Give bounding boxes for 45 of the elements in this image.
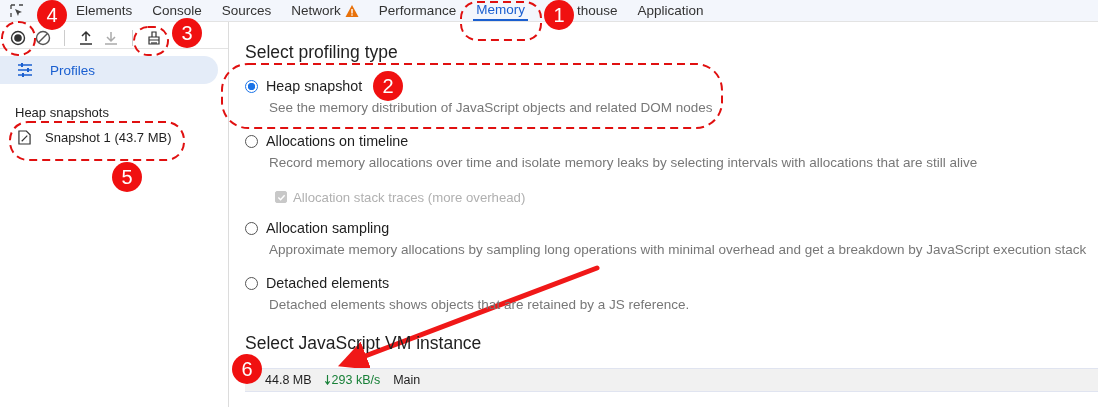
section-title: Heap snapshots xyxy=(15,105,110,120)
radio-button[interactable] xyxy=(245,79,258,93)
panel-tab[interactable]: Elements xyxy=(73,0,136,21)
number-badge: 1 xyxy=(544,0,574,30)
highlight-outline xyxy=(1,21,36,56)
checkbox-label: Allocation stack traces (more overhead) xyxy=(293,189,526,205)
radio-button[interactable] xyxy=(245,276,258,290)
option-label: Heap snapshot xyxy=(266,77,363,95)
record-icon[interactable] xyxy=(10,30,26,46)
snapshot-label: Snapshot 1 (43.7 MB) xyxy=(45,130,172,145)
instance-name: Main xyxy=(393,373,421,387)
profiles-label: Profiles xyxy=(50,62,95,78)
radio-button[interactable] xyxy=(245,221,258,235)
panel-tab[interactable]: Sources xyxy=(218,0,275,21)
inspect-icon[interactable] xyxy=(9,2,25,19)
heap-size: 44.8 MB xyxy=(265,373,312,387)
option-description: Approximate memory allocations by sampling long operations with minimal overhead and get a breakdown by JavaScript execution stack xyxy=(269,242,1088,258)
sliders-icon xyxy=(17,62,33,78)
panel-tab[interactable]: Performance xyxy=(375,0,460,21)
number-badge: 2 xyxy=(373,71,403,101)
panel-tab[interactable]: Memory xyxy=(473,0,528,21)
option-label: Allocations on timeline xyxy=(266,132,409,150)
number-badge: 3 xyxy=(172,18,202,48)
option-label: Allocation sampling xyxy=(266,219,390,237)
panel-tab[interactable]: Application xyxy=(634,0,707,21)
broom-icon[interactable] xyxy=(146,30,162,46)
section-heading: Select profiling type xyxy=(245,43,399,62)
option-description: Record memory allocations over time and isolate memory leaks by selecting intervals with allocations that are still alive xyxy=(269,155,979,171)
snapshot-item[interactable]: Snapshot 1 (43.7 MB) xyxy=(18,130,228,145)
panel-tab[interactable]: thouse xyxy=(573,0,621,21)
upload-icon[interactable] xyxy=(78,30,94,46)
panel-tab[interactable]: Console xyxy=(149,0,205,21)
file-icon xyxy=(18,130,31,145)
clear-icon[interactable] xyxy=(35,30,51,46)
number-badge: 6 xyxy=(232,354,262,384)
panel-tab[interactable]: Network xyxy=(288,0,362,21)
highlight-outline xyxy=(133,26,169,56)
option-label: Detached elements xyxy=(266,274,390,292)
option-description: See the memory distribution of JavaScript objects and related DOM nodes xyxy=(269,100,714,116)
allocation-rate: 293 kB/s xyxy=(331,373,381,387)
radio-button[interactable] xyxy=(245,134,258,148)
number-badge: 4 xyxy=(37,0,67,30)
profiles-item[interactable]: Profiles xyxy=(0,56,218,84)
number-badge: 5 xyxy=(112,162,142,192)
down-arrow-icon xyxy=(324,375,330,385)
